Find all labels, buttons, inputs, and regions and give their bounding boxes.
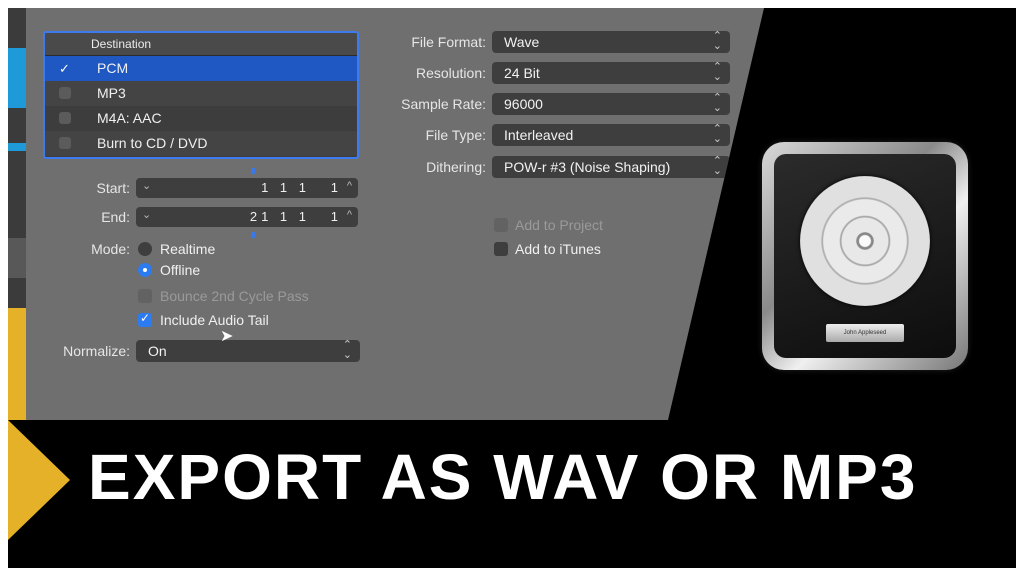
updown-icon: ⌃ ⌄	[712, 30, 722, 52]
resolution-label: Resolution:	[415, 65, 486, 81]
destination-row-m4a[interactable]: M4A: AAC	[45, 106, 357, 131]
region-gray	[8, 238, 26, 278]
destination-label: Burn to CD / DVD	[97, 135, 208, 151]
add-to-itunes-checkbox[interactable]	[494, 242, 508, 256]
end-label: End:	[101, 209, 130, 225]
file-format-label: File Format:	[411, 34, 486, 50]
end-value: 21 1 1	[249, 209, 310, 224]
bounce-cycle-checkbox[interactable]	[138, 289, 152, 303]
normalize-value: On	[148, 343, 167, 359]
destination-table[interactable]: Destination ✓ PCM MP3 M4A: AAC Burn to C…	[43, 31, 359, 159]
realtime-label: Realtime	[160, 241, 216, 257]
chevron-down-icon[interactable]: ⌄	[142, 179, 151, 192]
splitter-handle	[251, 168, 255, 174]
banner-title: EXPORT AS WAV OR MP3	[88, 441, 918, 513]
sample-rate-label: Sample Rate:	[401, 96, 486, 112]
chevron-down-icon[interactable]: ⌄	[142, 208, 151, 221]
destination-header: Destination	[45, 33, 357, 56]
play-arrow-icon	[8, 420, 70, 540]
dithering-popup[interactable]: POW-r #3 (Noise Shaping) ⌃ ⌄	[492, 156, 730, 178]
checkbox[interactable]	[59, 112, 71, 124]
audio-tail-label: Include Audio Tail	[160, 312, 269, 328]
audio-tail-checkbox[interactable]	[138, 311, 152, 327]
add-to-project-checkbox[interactable]	[494, 218, 508, 232]
bounce-cycle-label: Bounce 2nd Cycle Pass	[160, 288, 309, 304]
end-stepper[interactable]: ⌄ 21 1 1 1 ^	[136, 207, 358, 227]
vinyl-disc-icon	[800, 176, 930, 306]
add-to-itunes-label: Add to iTunes	[515, 241, 601, 257]
resolution-value: 24 Bit	[504, 65, 540, 81]
logo-face: John Appleseed	[774, 154, 956, 358]
chevron-up-icon[interactable]: ^	[347, 209, 352, 221]
chevron-up-icon[interactable]: ^	[347, 180, 352, 192]
mouse-cursor-icon: ➤	[220, 328, 234, 345]
splitter-handle	[251, 232, 255, 238]
destination-label: M4A: AAC	[97, 110, 162, 126]
offline-label: Offline	[160, 262, 201, 278]
mode-label: Mode:	[91, 241, 130, 257]
updown-icon: ⌃ ⌄	[712, 92, 722, 114]
destination-label: MP3	[97, 85, 126, 101]
destination-row-pcm[interactable]: ✓ PCM	[45, 56, 357, 81]
region-yellow	[8, 308, 26, 420]
file-type-value: Interleaved	[504, 127, 574, 143]
updown-icon: ⌃ ⌄	[712, 61, 722, 83]
normalize-popup[interactable]: On ⌃ ⌄	[136, 340, 360, 362]
dithering-value: POW-r #3 (Noise Shaping)	[504, 159, 671, 175]
normalize-label: Normalize:	[63, 343, 130, 359]
updown-icon: ⌃ ⌄	[712, 155, 722, 177]
check-icon[interactable]: ✓	[59, 56, 70, 81]
end-subvalue: 1	[330, 209, 338, 224]
checkbox[interactable]	[59, 87, 71, 99]
thumbnail-frame: Destination ✓ PCM MP3 M4A: AAC Burn to C…	[8, 8, 1016, 568]
start-value: 1 1 1	[261, 180, 310, 195]
track-strip	[8, 8, 26, 420]
file-type-popup[interactable]: Interleaved ⌃ ⌄	[492, 124, 730, 146]
file-type-label: File Type:	[425, 127, 486, 143]
file-format-value: Wave	[504, 34, 540, 50]
add-to-project-label: Add to Project	[515, 217, 603, 233]
region-blue	[8, 48, 26, 108]
dithering-label: Dithering:	[426, 159, 486, 175]
sample-rate-value: 96000	[504, 96, 543, 112]
sample-rate-popup[interactable]: 96000 ⌃ ⌄	[492, 93, 730, 115]
start-subvalue: 1	[330, 180, 338, 195]
start-label: Start:	[96, 180, 130, 196]
file-format-popup[interactable]: Wave ⌃ ⌄	[492, 31, 730, 53]
destination-row-mp3[interactable]: MP3	[45, 81, 357, 106]
destination-label: PCM	[97, 60, 129, 76]
start-stepper[interactable]: ⌄ 1 1 1 1 ^	[136, 178, 358, 198]
updown-icon: ⌃ ⌄	[342, 339, 352, 361]
realtime-radio[interactable]	[138, 242, 152, 256]
logo-nameplate: John Appleseed	[826, 324, 904, 342]
destination-row-burn[interactable]: Burn to CD / DVD	[45, 131, 357, 156]
updown-icon: ⌃ ⌄	[712, 123, 722, 145]
region-blue	[8, 143, 26, 151]
checkbox[interactable]	[59, 137, 71, 149]
offline-radio[interactable]	[138, 263, 152, 277]
resolution-popup[interactable]: 24 Bit ⌃ ⌄	[492, 62, 730, 84]
logic-pro-logo: John Appleseed	[762, 142, 968, 370]
